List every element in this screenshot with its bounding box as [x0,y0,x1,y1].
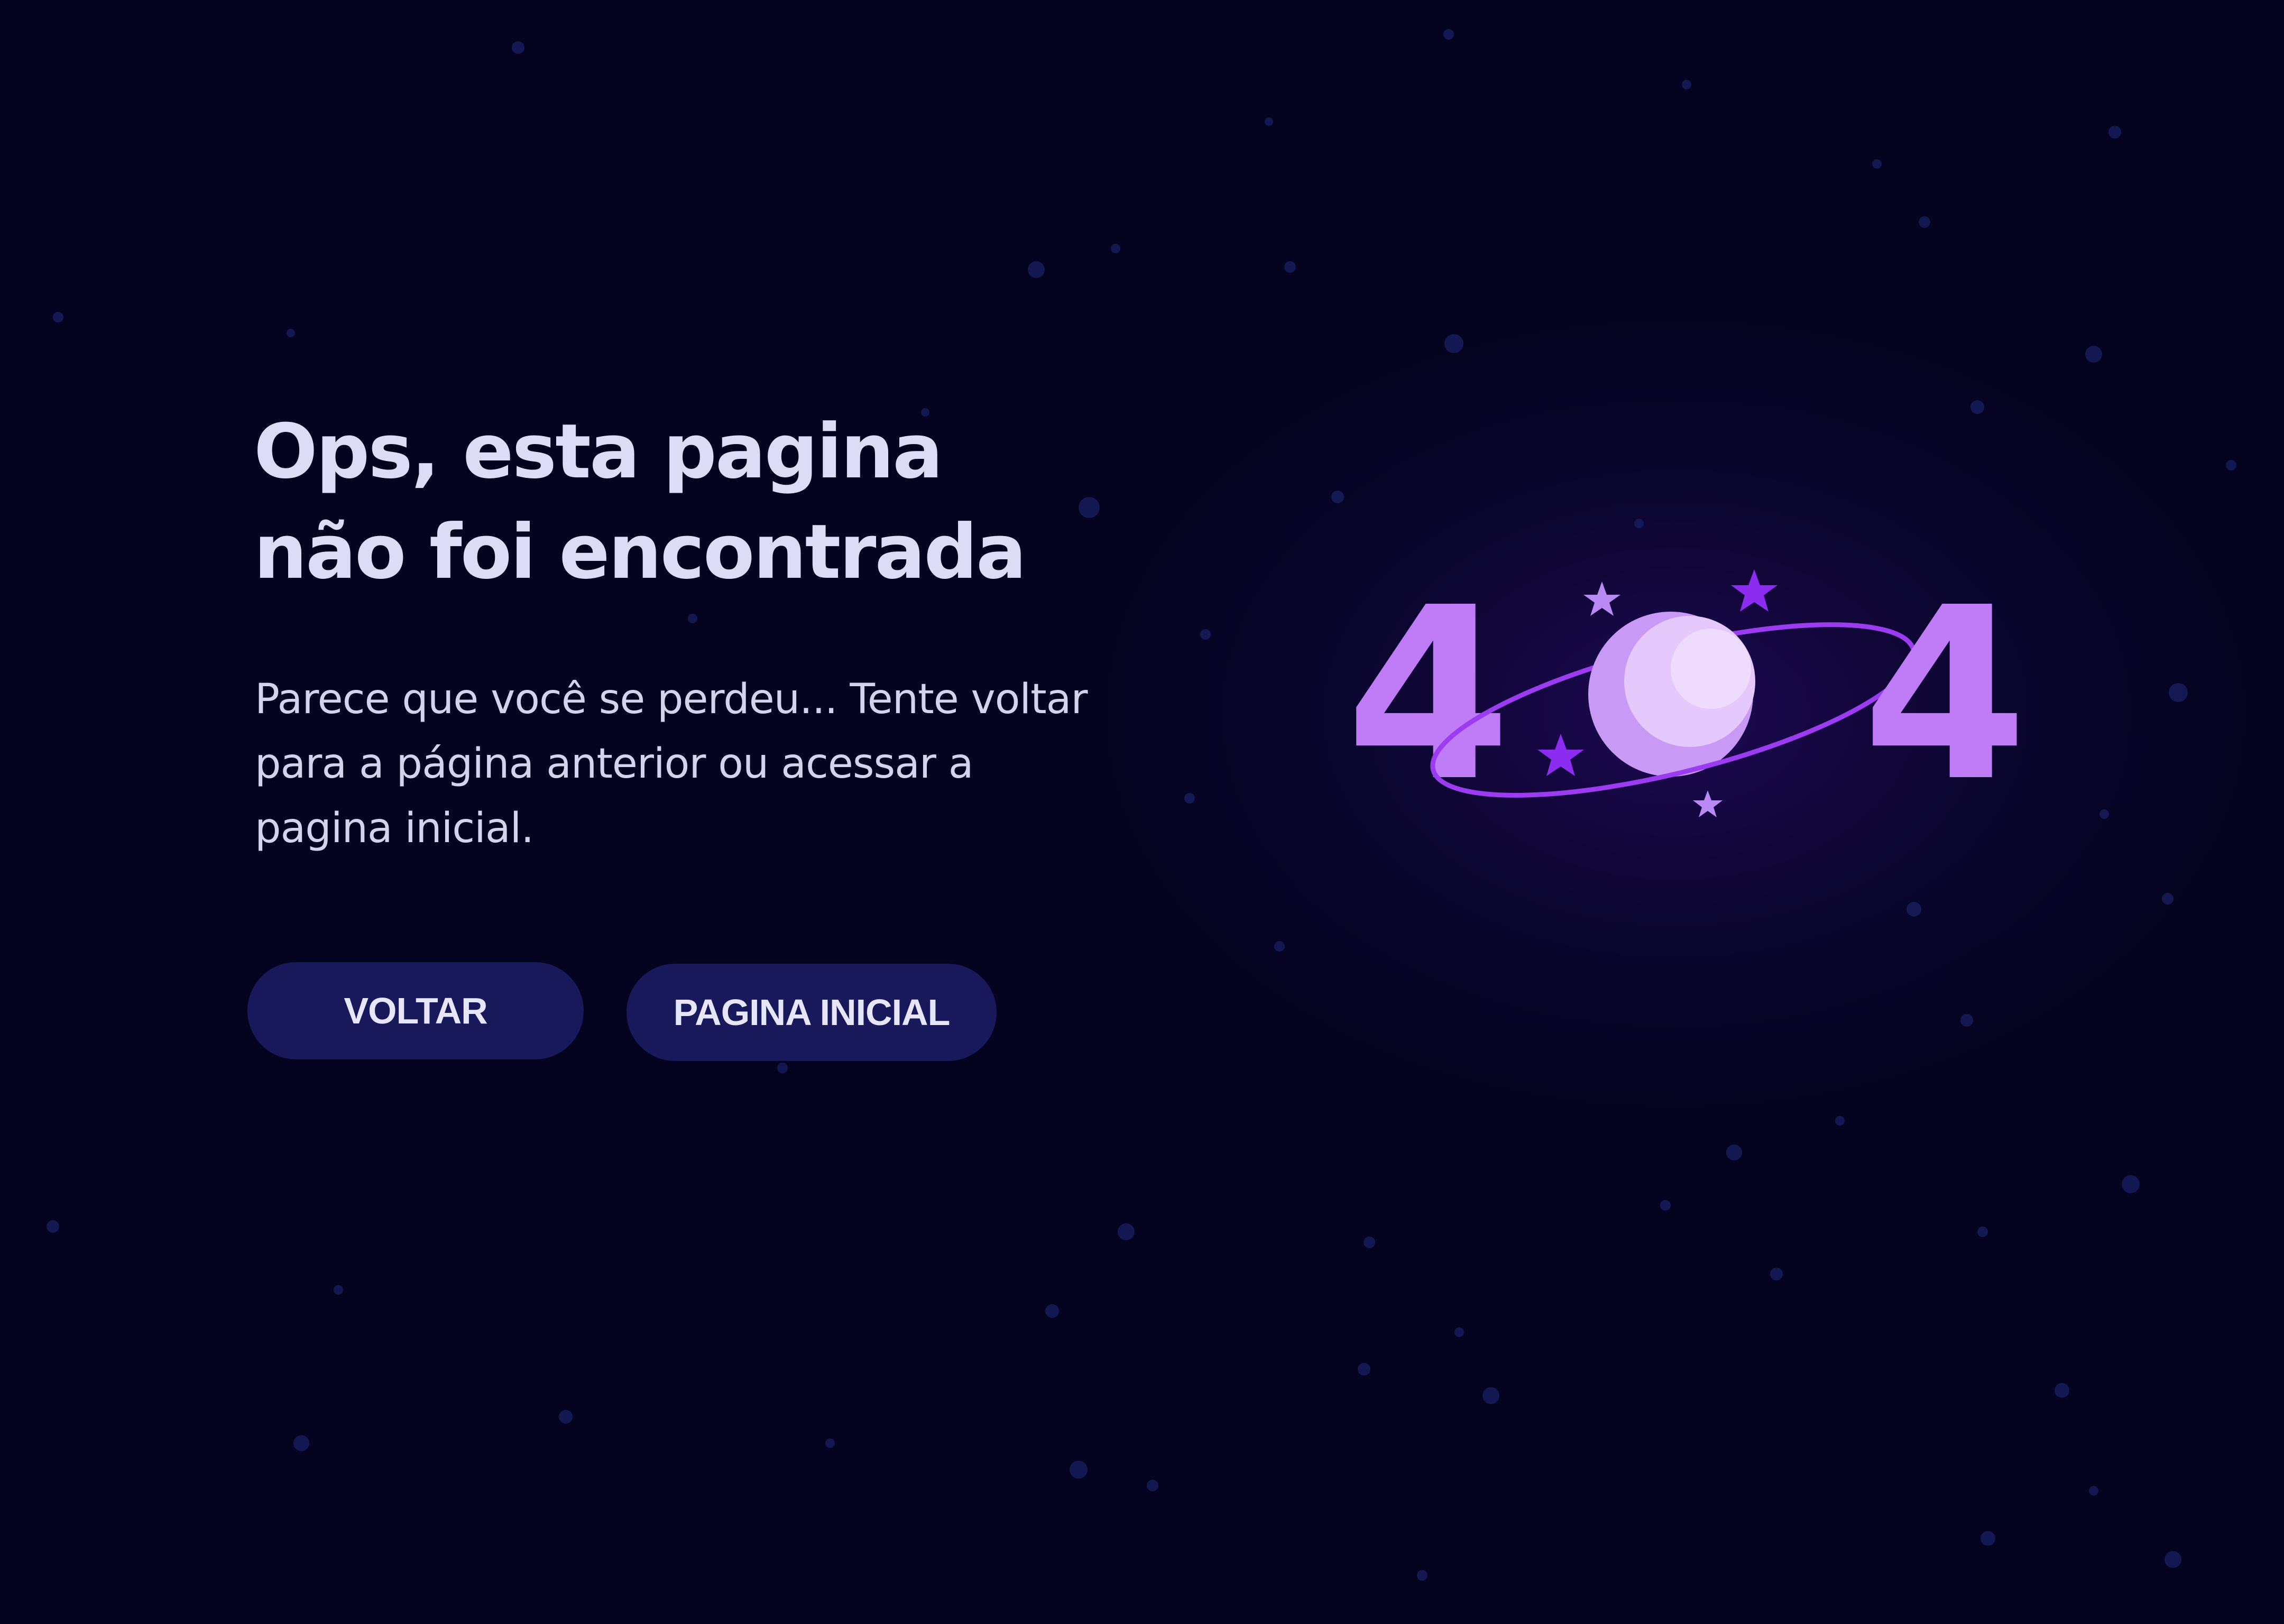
star-icon [1693,790,1723,817]
back-button[interactable]: VOLTAR [247,962,584,1059]
page-description-line-3: pagina inicial. [255,805,534,852]
page-description: Parece que você se perdeu... Tente volta… [255,667,1154,861]
page-title-line-1: Ops, esta pagina [254,408,943,495]
star-icon [1731,569,1778,612]
404-illustration: 4 4 [1346,557,2028,834]
star-icon [1537,734,1584,776]
digit-four-right: 4 [1862,557,2028,834]
not-found-page: Ops, esta pagina não foi encontrada Pare… [0,0,2284,1624]
page-title: Ops, esta pagina não foi encontrada [254,402,1100,603]
page-description-line-2: para a página anterior ou acessar a [255,740,974,788]
page-title-line-2: não foi encontrada [254,509,1027,596]
star-icon [1583,582,1620,616]
page-description-line-1: Parece que você se perdeu... Tente volta… [255,676,1088,723]
home-page-button[interactable]: PAGINA INICIAL [627,964,997,1061]
